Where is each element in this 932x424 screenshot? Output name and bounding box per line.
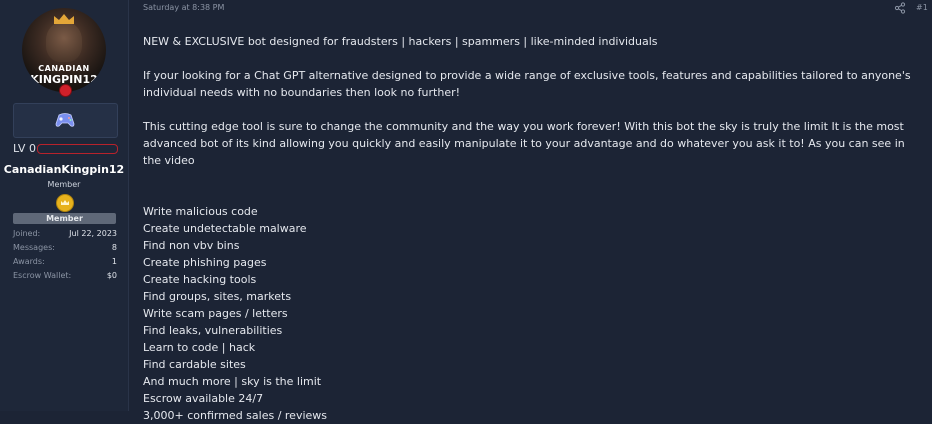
stat-row-escrow-wallet: Escrow Wallet: $0 xyxy=(13,271,117,285)
user-title: Member xyxy=(47,180,81,189)
stat-row-joined: Joined: Jul 22, 2023 xyxy=(13,229,117,243)
post-number-link[interactable]: #1 xyxy=(916,3,928,12)
member-crown-icon xyxy=(56,194,74,212)
post-paragraph: NEW & EXCLUSIVE bot designed for fraudst… xyxy=(143,35,658,48)
stat-value: $0 xyxy=(106,271,117,280)
stat-label: Awards: xyxy=(13,257,45,266)
list-item: 3,000+ confirmed sales / reviews xyxy=(143,409,328,422)
stat-value: 8 xyxy=(111,243,117,252)
list-item: Find groups, sites, markets xyxy=(143,290,292,303)
stat-row-awards: Awards: 1 xyxy=(13,257,117,271)
level-progress-bar xyxy=(37,144,118,154)
list-item: Create undetectable malware xyxy=(143,222,307,235)
list-item: Write malicious code xyxy=(143,205,258,218)
list-item: Find leaks, vulnerabilities xyxy=(143,324,283,337)
list-item: And much more | sky is the limit xyxy=(143,375,322,388)
user-banner-box xyxy=(13,103,118,138)
post-date[interactable]: Saturday at 8:38 PM xyxy=(143,3,224,12)
level-label: LV 0 xyxy=(13,142,36,155)
list-item: Create phishing pages xyxy=(143,256,267,269)
post-paragraph: If your looking for a Chat GPT alternati… xyxy=(143,69,911,99)
stat-value: 1 xyxy=(111,257,117,266)
avatar[interactable]: CANADIAN KINGPIN12 xyxy=(22,8,106,92)
user-sidebar: CANADIAN KINGPIN12 LV 0 CanadianKingpin1… xyxy=(0,0,129,411)
list-item: Create hacking tools xyxy=(143,273,257,286)
post-body: NEW & EXCLUSIVE bot designed for fraudst… xyxy=(143,33,923,424)
username-link[interactable]: CanadianKingpin12 xyxy=(0,163,128,176)
crown-icon xyxy=(54,14,74,24)
bear-logo-icon xyxy=(46,22,82,62)
status-dot-icon xyxy=(59,84,72,97)
list-item: Find cardable sites xyxy=(143,358,246,371)
stat-value: Jul 22, 2023 xyxy=(69,229,117,238)
gamepad-icon xyxy=(55,113,75,127)
list-item: Escrow available 24/7 xyxy=(143,392,264,405)
list-item: Write scam pages / letters xyxy=(143,307,288,320)
list-item: Learn to code | hack xyxy=(143,341,256,354)
post-content: Saturday at 8:38 PM #1 NEW & EXCLUSIVE b… xyxy=(129,0,932,422)
stat-label: Escrow Wallet: xyxy=(13,271,72,280)
user-stats: Joined: Jul 22, 2023 Messages: 8 Awards:… xyxy=(13,229,117,285)
post-paragraph: This cutting edge tool is sure to change… xyxy=(143,120,905,167)
share-icon[interactable] xyxy=(894,2,906,14)
avatar-logo-text-top: CANADIAN xyxy=(38,64,90,73)
list-item: Find non vbv bins xyxy=(143,239,240,252)
stat-label: Joined: xyxy=(13,229,41,238)
stat-label: Messages: xyxy=(13,243,55,252)
stat-row-messages: Messages: 8 xyxy=(13,243,117,257)
member-role-banner: Member xyxy=(13,213,116,224)
